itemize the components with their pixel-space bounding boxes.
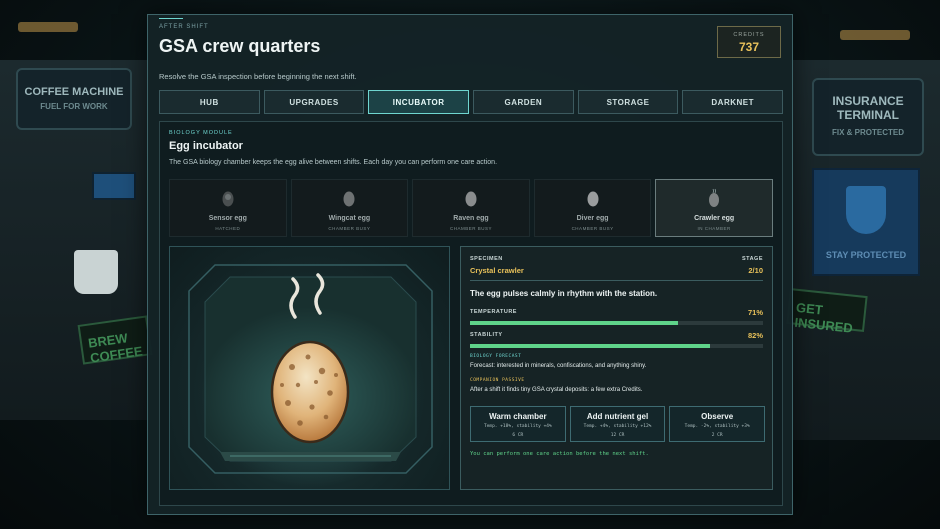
egg-icon xyxy=(587,191,599,207)
brew-coffee-sign: BREW COFFEE xyxy=(77,315,153,366)
coffee-machine-sign: COFFEE MACHINE FUEL FOR WORK xyxy=(16,68,132,130)
module-label: Biology module xyxy=(169,130,233,136)
care-actions: Warm chamber Temp. +18%, stability +4% 6… xyxy=(470,406,766,442)
companion-label: Companion passive xyxy=(470,378,525,383)
stay-protected-text: STAY PROTECTED xyxy=(825,250,907,260)
action-cost: 6 CR xyxy=(512,433,524,438)
tab-hub[interactable]: HUB xyxy=(159,90,260,114)
stability-meter: Stability 82% xyxy=(470,331,763,352)
egg-icon xyxy=(465,191,477,207)
tab-upgrades[interactable]: UPGRADES xyxy=(263,90,365,114)
specimen-name: Crystal crawler xyxy=(470,266,524,275)
egg-status: CHAMBER BUSY xyxy=(328,226,371,231)
temperature-fill xyxy=(470,321,679,325)
egg-status: IN CHAMBER xyxy=(697,226,731,231)
egg-name: Wingcat egg xyxy=(328,215,371,222)
egg-icon xyxy=(222,191,234,207)
egg-status: CHAMBER BUSY xyxy=(571,226,614,231)
forecast-text: Forecast: interested in minerals, confis… xyxy=(470,363,647,369)
chamber-illustration xyxy=(188,264,433,487)
egg-card-wingcat[interactable]: Wingcat egg CHAMBER BUSY xyxy=(290,179,409,237)
coffee-sign-text: COFFEE MACHINE xyxy=(24,86,124,98)
eyebrow-label: After shift xyxy=(159,24,209,30)
action-effect: Temp. +18%, stability +4% xyxy=(483,424,552,429)
module-description: The GSA biology chamber keeps the egg al… xyxy=(169,159,498,166)
action-cost: 2 CR xyxy=(711,433,723,438)
page-subtitle: Resolve the GSA inspection before beginn… xyxy=(159,72,357,81)
action-name: Observe xyxy=(701,412,734,421)
egg-status: HATCHED xyxy=(215,226,241,231)
action-cost: 12 CR xyxy=(610,433,625,438)
temperature-track xyxy=(470,321,763,325)
action-effect: Temp. -2%, stability +3% xyxy=(684,424,750,429)
coffee-screen xyxy=(92,172,136,200)
insurance-sign-text: INSURANCE TERMINAL xyxy=(832,94,904,122)
coffee-sign-sub: FUEL FOR WORK xyxy=(40,102,108,111)
credits-value: 737 xyxy=(738,40,760,54)
crew-quarters-panel: After shift GSA crew quarters Credits 73… xyxy=(147,14,793,515)
stability-track xyxy=(470,344,763,348)
egg-card-sensor[interactable]: Sensor egg HATCHED xyxy=(169,179,287,237)
action-name: Add nutrient gel xyxy=(586,412,649,421)
tab-garden[interactable]: GARDEN xyxy=(473,90,574,114)
eyebrow-accent-line xyxy=(159,18,183,19)
credits-label: Credits xyxy=(733,32,765,38)
temperature-value: 71% xyxy=(747,308,763,317)
egg-status: CHAMBER BUSY xyxy=(449,226,492,231)
insurance-terminal-sign: INSURANCE TERMINAL FIX & PROTECTED xyxy=(812,78,924,156)
credits-box: Credits 737 xyxy=(717,26,781,58)
stage-label: Stage xyxy=(741,256,763,262)
egg-card-diver[interactable]: Diver egg CHAMBER BUSY xyxy=(533,179,652,237)
care-action-footnote: You can perform one care action before t… xyxy=(470,451,649,457)
egg-name: Crawler egg xyxy=(694,215,735,222)
action-name: Warm chamber xyxy=(489,412,547,421)
specimen-label: Specimen xyxy=(470,256,503,262)
egg-name: Sensor egg xyxy=(208,215,247,222)
egg-name: Diver egg xyxy=(576,215,609,222)
observe-button[interactable]: Observe Temp. -2%, stability +3% 2 CR xyxy=(669,406,766,442)
ceiling-lamp xyxy=(840,30,910,40)
add-nutrient-gel-button[interactable]: Add nutrient gel Temp. +4%, stability +1… xyxy=(569,406,666,442)
egg-card-raven[interactable]: Raven egg CHAMBER BUSY xyxy=(412,179,530,237)
temperature-label: Temperature xyxy=(470,309,517,315)
module-title: Egg incubator xyxy=(169,140,243,152)
stability-fill xyxy=(470,344,711,348)
tab-bar: HUB UPGRADES INCUBATOR GARDEN STORAGE DA… xyxy=(159,90,784,114)
egg-list: Sensor egg HATCHED Wingcat egg CHAMBER B… xyxy=(169,179,773,237)
divider xyxy=(470,280,763,281)
tab-storage[interactable]: STORAGE xyxy=(577,90,679,114)
egg-name: Raven egg xyxy=(453,215,489,222)
tab-incubator[interactable]: INCUBATOR xyxy=(368,90,470,114)
temperature-meter: Temperature 71% xyxy=(470,308,763,329)
forecast-label: Biology forecast xyxy=(470,354,522,359)
egg-icon xyxy=(709,188,720,207)
get-insured-sign: GET INSURED xyxy=(786,288,868,336)
companion-text: After a shift it finds tiny GSA crystal … xyxy=(470,387,643,393)
stability-label: Stability xyxy=(470,332,503,338)
tab-darknet[interactable]: DARKNET xyxy=(682,90,784,114)
incubator-module: Biology module Egg incubator The GSA bio… xyxy=(159,121,783,506)
incubation-chamber xyxy=(169,246,450,490)
action-effect: Temp. +4%, stability +12% xyxy=(583,424,652,429)
coffee-mug-icon xyxy=(74,250,118,294)
insurance-sign-sub: FIX & PROTECTED xyxy=(831,128,904,137)
egg-card-crawler[interactable]: Crawler egg IN CHAMBER xyxy=(655,179,773,237)
specimen-info-panel: Specimen Crystal crawler Stage 2/10 The … xyxy=(460,246,773,490)
egg-status-line: The egg pulses calmly in rhythm with the… xyxy=(470,289,658,298)
ceiling-lamp xyxy=(18,22,78,32)
page-title: GSA crew quarters xyxy=(159,36,321,56)
stability-value: 82% xyxy=(747,331,763,340)
shield-icon xyxy=(846,186,886,234)
stage-value: 2/10 xyxy=(748,266,763,275)
warm-chamber-button[interactable]: Warm chamber Temp. +18%, stability +4% 6… xyxy=(470,406,566,442)
egg-icon xyxy=(343,191,355,207)
